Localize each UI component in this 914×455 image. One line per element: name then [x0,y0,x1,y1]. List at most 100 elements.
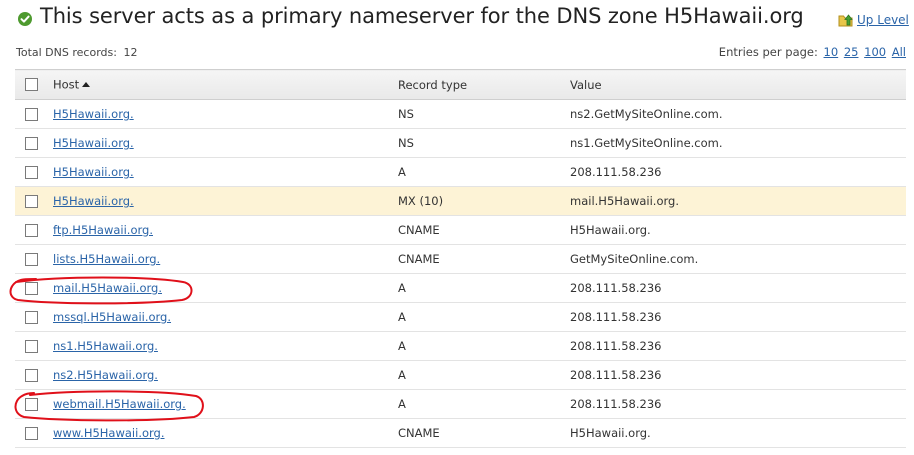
table-row: mssql.H5Hawaii.org. A 208.111.58.236 [15,302,906,332]
entries-option-10[interactable]: 10 [824,45,839,59]
row-checkbox[interactable] [25,166,38,179]
row-checkbox[interactable] [25,427,38,440]
host-link[interactable]: H5Hawaii.org. [53,136,134,150]
row-checkbox-cell [15,128,45,158]
record-type-cell: NS [398,128,570,158]
record-type-cell: A [398,273,570,303]
row-checkbox-cell [15,244,45,274]
entries-per-page: Entries per page: 10 25 100 All [719,45,906,59]
row-checkbox-cell [15,418,45,448]
table-row: H5Hawaii.org. NS ns2.GetMySiteOnline.com… [15,99,906,129]
host-link[interactable]: lists.H5Hawaii.org. [53,252,160,266]
table-row: ns1.H5Hawaii.org. A 208.111.58.236 [15,331,906,361]
column-header-value: Value [570,69,906,100]
row-checkbox-cell [15,273,45,303]
record-type-cell: A [398,331,570,361]
column-header-value-label: Value [570,77,602,92]
select-all-checkbox[interactable] [25,77,38,91]
table-header-row: Host Record type Value [15,69,906,100]
row-checkbox-cell [15,302,45,332]
up-level-link[interactable]: Up Level [857,13,909,27]
host-cell: ns2.H5Hawaii.org. [45,360,398,390]
record-value-cell: GetMySiteOnline.com. [570,244,906,274]
table-row: H5Hawaii.org. NS ns1.GetMySiteOnline.com… [15,128,906,158]
host-link[interactable]: ns1.H5Hawaii.org. [53,339,158,353]
host-cell: H5Hawaii.org. [45,157,398,187]
table-row: webmail.H5Hawaii.org. A 208.111.58.236 [15,389,906,419]
dns-records-body: H5Hawaii.org. NS ns2.GetMySiteOnline.com… [15,99,906,448]
folder-up-arrow-icon[interactable] [838,12,854,28]
row-checkbox-cell [15,215,45,245]
row-checkbox-cell [15,186,45,216]
record-value-cell: 208.111.58.236 [570,302,906,332]
record-type-cell: CNAME [398,418,570,448]
row-checkbox-cell [15,360,45,390]
table-row-highlighted: H5Hawaii.org. MX (10) mail.H5Hawaii.org. [15,186,906,216]
entries-per-page-label: Entries per page: [718,45,818,59]
host-cell: ftp.H5Hawaii.org. [45,215,398,245]
column-header-host-label[interactable]: Host [53,78,79,92]
row-checkbox[interactable] [25,137,38,150]
host-cell: webmail.H5Hawaii.org. [45,389,398,419]
select-all-cell [15,69,45,100]
record-type-cell: CNAME [398,244,570,274]
row-checkbox[interactable] [25,311,38,324]
record-value-cell: ns2.GetMySiteOnline.com. [570,99,906,129]
record-type-cell: MX (10) [398,186,570,216]
table-row: www.H5Hawaii.org. CNAME H5Hawaii.org. [15,418,906,448]
row-checkbox[interactable] [25,398,38,411]
total-records-count: 12 [123,46,138,59]
record-type-cell: A [398,157,570,187]
record-type-cell: NS [398,99,570,129]
host-link[interactable]: www.H5Hawaii.org. [53,426,165,440]
row-checkbox[interactable] [25,108,38,121]
entries-option-100[interactable]: 100 [864,45,886,59]
host-cell: www.H5Hawaii.org. [45,418,398,448]
table-row: mail.H5Hawaii.org. A 208.111.58.236 [15,273,906,303]
record-value-cell: 208.111.58.236 [570,360,906,390]
host-link[interactable]: H5Hawaii.org. [53,165,134,179]
table-row: ftp.H5Hawaii.org. CNAME H5Hawaii.org. [15,215,906,245]
record-value-cell: 208.111.58.236 [570,273,906,303]
page-header: This server acts as a primary nameserver… [0,0,914,40]
row-checkbox-cell [15,157,45,187]
host-link[interactable]: mssql.H5Hawaii.org. [53,310,171,324]
dns-records-table: Host Record type Value H5Hawaii.org. NS … [15,69,906,448]
host-link[interactable]: ns2.H5Hawaii.org. [53,368,158,382]
record-value-cell: 208.111.58.236 [570,389,906,419]
row-checkbox-cell [15,331,45,361]
record-type-cell: A [398,360,570,390]
host-link[interactable]: webmail.H5Hawaii.org. [53,397,186,411]
host-link[interactable]: H5Hawaii.org. [53,194,134,208]
table-row: ns2.H5Hawaii.org. A 208.111.58.236 [15,360,906,390]
row-checkbox[interactable] [25,224,38,237]
row-checkbox[interactable] [25,369,38,382]
entries-option-all[interactable]: All [892,45,906,59]
host-link[interactable]: ftp.H5Hawaii.org. [53,223,153,237]
row-checkbox[interactable] [25,282,38,295]
row-checkbox[interactable] [25,253,38,266]
host-link[interactable]: H5Hawaii.org. [53,107,134,121]
row-checkbox[interactable] [25,340,38,353]
record-value-cell: mail.H5Hawaii.org. [570,186,906,216]
record-value-cell: H5Hawaii.org. [570,215,906,245]
sort-ascending-icon[interactable] [82,82,91,88]
column-header-host[interactable]: Host [45,69,398,100]
row-checkbox[interactable] [25,195,38,208]
record-type-cell: A [398,389,570,419]
record-value-cell: ns1.GetMySiteOnline.com. [570,128,906,158]
total-records: Total DNS records: 12 [16,46,137,59]
host-cell: H5Hawaii.org. [45,99,398,129]
record-value-cell: 208.111.58.236 [570,157,906,187]
host-cell: lists.H5Hawaii.org. [45,244,398,274]
total-records-label: Total DNS records: [16,46,117,59]
page-title: This server acts as a primary nameserver… [40,4,804,28]
host-cell: H5Hawaii.org. [45,128,398,158]
entries-option-25[interactable]: 25 [844,45,859,59]
record-type-cell: A [398,302,570,332]
summary-bar: Total DNS records: 12 Entries per page: … [0,40,914,68]
column-header-record-type: Record type [398,69,570,100]
host-link[interactable]: mail.H5Hawaii.org. [53,281,162,295]
host-cell: mssql.H5Hawaii.org. [45,302,398,332]
column-header-record-type-label: Record type [398,77,468,92]
